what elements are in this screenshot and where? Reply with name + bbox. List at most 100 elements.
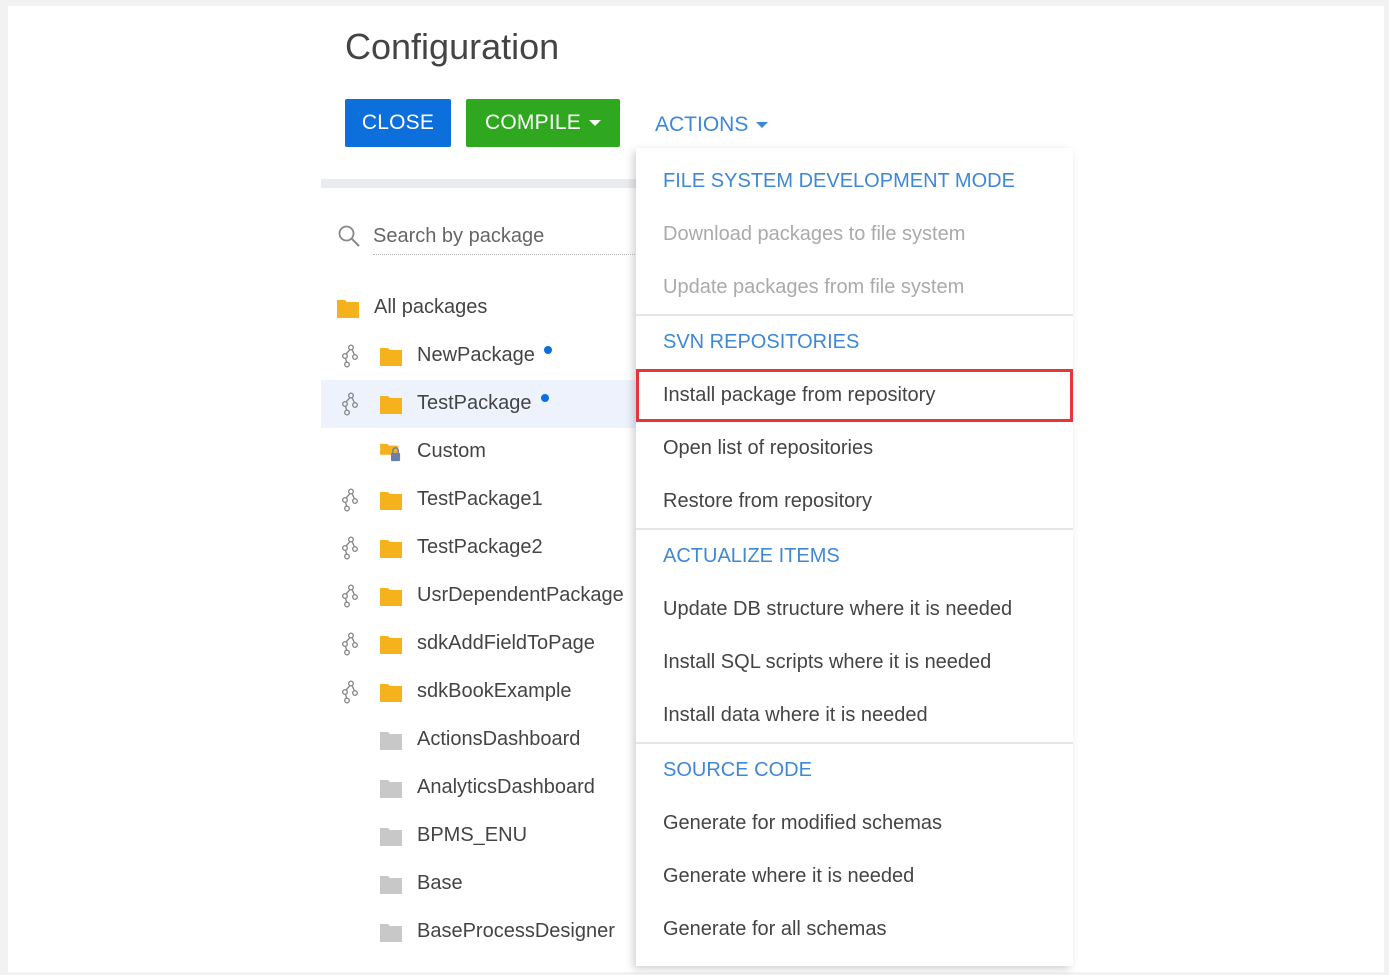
folder-icon (380, 828, 402, 846)
package-name: ActionsDashboard (417, 728, 581, 750)
git-branch-icon (342, 392, 358, 416)
menu-item: Download packages to file system (636, 208, 1073, 261)
folder-icon (380, 396, 402, 414)
menu-group-header: SOURCE CODE (663, 759, 812, 781)
menu-item-label: Install SQL scripts where it is needed (663, 651, 992, 673)
menu-item-label: Generate for all schemas (663, 918, 887, 940)
actions-dropdown-menu: FILE SYSTEM DEVELOPMENT MODE Download pac… (636, 148, 1073, 966)
folder-icon (380, 732, 402, 750)
menu-item-label: Restore from repository (663, 490, 872, 512)
menu-item[interactable]: Generate where it is needed (636, 850, 1073, 903)
menu-item[interactable]: Generate for all schemas (636, 903, 1073, 956)
folder-icon (337, 300, 359, 318)
menu-item[interactable]: Generate for modified schemas (636, 797, 1073, 850)
menu-group-header: FILE SYSTEM DEVELOPMENT MODE (663, 170, 1015, 192)
menu-group: SOURCE CODE Generate for modified schemas… (636, 744, 1073, 956)
tree-item-label: UsrDependentPackage (417, 584, 624, 607)
tree-item-package[interactable]: TestPackage (321, 380, 641, 428)
close-button[interactable]: CLOSE (345, 99, 451, 147)
compile-button-label: COMPILE (485, 111, 581, 134)
git-branch-icon (342, 488, 358, 512)
folder-icon (380, 540, 402, 558)
tree-item-label: BPMS_ENU (417, 824, 527, 847)
folder-icon (380, 588, 402, 606)
package-name: AnalyticsDashboard (417, 776, 595, 798)
tree-item-label: NewPackage (417, 344, 552, 367)
menu-item-label: Update packages from file system (663, 276, 965, 298)
package-name: sdkAddFieldToPage (417, 632, 595, 654)
package-name: TestPackage1 (417, 488, 543, 510)
package-name: TestPackage (417, 392, 532, 414)
package-name: TestPackage2 (417, 536, 543, 558)
locked-folder-icon (380, 443, 401, 462)
menu-item[interactable]: Install data where it is needed (636, 689, 1073, 742)
tree-item-label: TestPackage1 (417, 488, 543, 511)
git-branch-icon (342, 536, 358, 560)
folder-icon (380, 780, 402, 798)
menu-item-label: Open list of repositories (663, 437, 874, 459)
search-input[interactable] (373, 217, 637, 255)
git-branch-icon (342, 584, 358, 608)
menu-item-label: Update DB structure where it is needed (663, 598, 1013, 620)
search-icon (338, 225, 360, 247)
tree-item-package[interactable]: BPMS_ENU (321, 812, 641, 860)
menu-item: Update packages from file system (636, 261, 1073, 314)
package-name: BPMS_ENU (417, 824, 528, 846)
menu-item-label: Download packages to file system (663, 223, 966, 245)
tree-item-package[interactable]: Custom (321, 428, 641, 476)
tree-item-package[interactable]: UsrDependentPackage (321, 572, 641, 620)
tree-item-package[interactable]: sdkAddFieldToPage (321, 620, 641, 668)
tree-item-label: All packages (374, 296, 488, 318)
package-name: Custom (417, 440, 486, 462)
package-tree: All packages NewPackage TestPackage Custom… (321, 284, 641, 956)
tree-item-label: ActionsDashboard (417, 728, 580, 751)
compile-button[interactable]: COMPILE (466, 99, 620, 147)
tree-item-package[interactable]: AnalyticsDashboard (321, 764, 641, 812)
tree-item-package[interactable]: NewPackage (321, 332, 641, 380)
menu-group-header: ACTUALIZE ITEMS (663, 545, 840, 567)
package-name: UsrDependentPackage (417, 584, 624, 606)
folder-icon (380, 492, 402, 510)
package-search (337, 216, 637, 256)
actions-button[interactable]: ACTIONS (655, 110, 769, 140)
modified-indicator-icon (543, 345, 552, 354)
tree-item-package[interactable]: ActionsDashboard (321, 716, 641, 764)
package-name: Base (417, 872, 463, 894)
menu-group: FILE SYSTEM DEVELOPMENT MODE Download pac… (636, 148, 1073, 316)
tree-item-all-packages[interactable]: All packages (321, 284, 641, 332)
git-branch-icon (342, 632, 358, 656)
menu-item[interactable]: Restore from repository (636, 475, 1073, 528)
tree-item-label: sdkBookExample (417, 680, 572, 703)
package-name: NewPackage (417, 344, 535, 366)
menu-group: ACTUALIZE ITEMS Update DB structure where… (636, 530, 1073, 744)
folder-icon (380, 636, 402, 654)
modified-indicator-icon (540, 393, 549, 402)
git-branch-icon (342, 344, 358, 368)
page-title: Configuration (345, 26, 560, 67)
chevron-down-icon (588, 120, 601, 126)
tree-item-package[interactable]: BaseProcessDesigner (321, 908, 641, 956)
git-branch-icon (342, 680, 358, 704)
menu-item[interactable]: Open list of repositories (636, 422, 1073, 475)
menu-item[interactable]: Install package from repository (636, 369, 1073, 422)
menu-group: SVN REPOSITORIES Install package from rep… (636, 316, 1073, 530)
menu-item-label: Install data where it is needed (663, 704, 928, 726)
menu-item[interactable]: Update DB structure where it is needed (636, 583, 1073, 636)
menu-item-label: Install package from repository (663, 384, 936, 406)
tree-item-label: AnalyticsDashboard (417, 776, 595, 799)
tree-item-label: sdkAddFieldToPage (417, 632, 595, 655)
tree-item-package[interactable]: Base (321, 860, 641, 908)
tree-item-label: TestPackage (417, 392, 549, 415)
tree-item-package[interactable]: TestPackage1 (321, 476, 641, 524)
menu-group-header: SVN REPOSITORIES (663, 331, 860, 353)
tree-item-package[interactable]: sdkBookExample (321, 668, 641, 716)
tree-item-label: BaseProcessDesigner (417, 920, 615, 943)
tree-item-package[interactable]: TestPackage2 (321, 524, 641, 572)
folder-icon (380, 876, 402, 894)
folder-icon (380, 924, 402, 942)
section-divider (321, 179, 641, 188)
actions-button-label: ACTIONS (655, 113, 749, 136)
tree-item-label: Base (417, 872, 463, 895)
menu-item[interactable]: Install SQL scripts where it is needed (636, 636, 1073, 689)
folder-icon (380, 684, 402, 702)
